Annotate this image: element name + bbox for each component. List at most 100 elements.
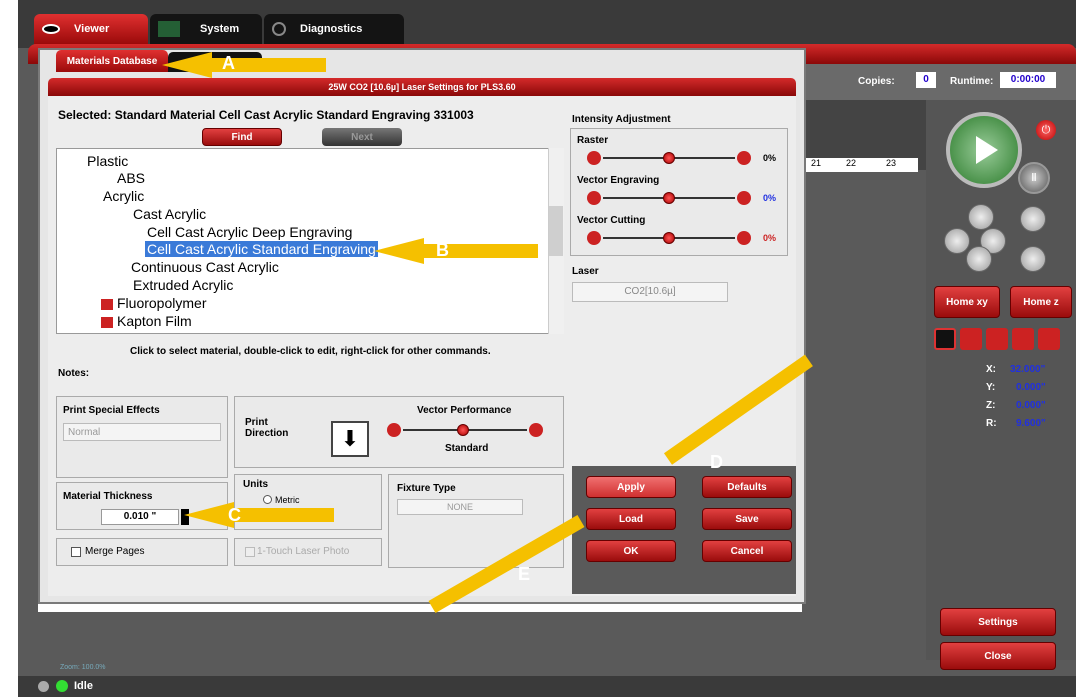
callout-label-a: A	[222, 53, 235, 73]
photo-checkbox[interactable]	[245, 547, 255, 557]
arrow-down-icon[interactable]: ⬇	[331, 421, 369, 457]
selected-material: Selected: Standard Material Cell Cast Ac…	[58, 108, 474, 122]
vcut-knob[interactable]	[663, 232, 675, 244]
raster-pct: 0%	[763, 153, 777, 163]
runtime-label: Runtime:	[950, 76, 994, 87]
move-icon[interactable]	[986, 328, 1008, 350]
defaults-button[interactable]: Defaults	[702, 476, 792, 498]
fixture-label: Fixture Type	[397, 483, 456, 494]
dialog-title: 25W CO2 [10.6µ] Laser Settings for PLS3.…	[48, 78, 796, 96]
close-button[interactable]: Close	[940, 642, 1056, 670]
pse-select[interactable]: Normal	[63, 423, 221, 441]
cancel-button[interactable]: Cancel	[702, 540, 792, 562]
tab-system[interactable]: System	[150, 14, 262, 44]
vcut-plus-icon[interactable]	[737, 231, 751, 245]
vector-slider-knob[interactable]	[457, 424, 469, 436]
tree-item-abs[interactable]: ABS	[117, 170, 145, 186]
callout-label-c: C	[228, 505, 241, 525]
tab-viewer-label: Viewer	[74, 23, 110, 35]
metric-radio[interactable]	[263, 495, 272, 504]
tree-item-standard-engraving[interactable]: Cell Cast Acrylic Standard Engraving	[144, 240, 379, 258]
z-label: Z:	[986, 400, 996, 411]
vengrave-plus-icon[interactable]	[737, 191, 751, 205]
raster-knob[interactable]	[663, 152, 675, 164]
tree-item-kapton[interactable]: Kapton Film	[117, 313, 192, 329]
power-button[interactable]: ⏻	[1036, 120, 1056, 140]
callout-arrowhead-c	[184, 502, 234, 528]
play-icon	[976, 136, 998, 164]
vcut-minus-icon[interactable]	[587, 231, 601, 245]
fixture-select[interactable]: NONE	[397, 499, 523, 515]
intensity-label: Intensity Adjustment	[572, 114, 671, 125]
raster-plus-icon[interactable]	[737, 151, 751, 165]
vector-perf-label: Vector Performance	[417, 405, 512, 416]
jog-up-button[interactable]	[968, 204, 994, 230]
y-label: Y:	[986, 382, 996, 393]
tab-viewer[interactable]: Viewer	[34, 14, 148, 44]
settings-button[interactable]: Settings	[940, 608, 1056, 636]
y-value: 0.000"	[1016, 382, 1046, 393]
next-button[interactable]: Next	[322, 128, 402, 146]
status-bar: Idle	[18, 676, 1076, 697]
raster-minus-icon[interactable]	[587, 151, 601, 165]
vcut-pct: 0%	[763, 233, 777, 243]
copies-label: Copies:	[858, 76, 895, 87]
z-up-button[interactable]	[1020, 206, 1046, 232]
find-button[interactable]: Find	[202, 128, 282, 146]
vector-perf-value: Standard	[445, 443, 489, 454]
tree-scroll-thumb[interactable]	[549, 206, 563, 256]
callout-arrowhead-b	[374, 238, 424, 264]
x-label: X:	[986, 364, 996, 375]
timer-icon[interactable]	[1038, 328, 1060, 350]
tree-item-acrylic[interactable]: Acrylic	[103, 188, 144, 204]
metric-label: Metric	[275, 495, 300, 505]
ruler-tick: 23	[886, 158, 897, 168]
tab-materials-database[interactable]: Materials Database	[56, 50, 168, 72]
print-special-effects-group: Print Special Effects Normal	[56, 396, 228, 478]
tree-item-extruded[interactable]: Extruded Acrylic	[133, 277, 233, 293]
tree-item-fluoropolymer[interactable]: Fluoropolymer	[117, 295, 206, 311]
zoom-icon[interactable]	[934, 328, 956, 350]
r-value: 9.600"	[1016, 418, 1046, 429]
vengrave-knob[interactable]	[663, 192, 675, 204]
status-dot-icon	[38, 681, 49, 692]
home-z-button[interactable]: Home z	[1010, 286, 1072, 318]
tree-item-continuous-cast[interactable]: Continuous Cast Acrylic	[131, 259, 279, 275]
status-text: Idle	[74, 680, 93, 692]
info-strip: Copies: 0 Runtime: 0:00:00	[800, 64, 1076, 100]
layers-icon[interactable]	[960, 328, 982, 350]
callout-arrow-c	[234, 508, 334, 522]
copies-field[interactable]: 0	[916, 72, 936, 88]
laser-select[interactable]: CO2[10.6µ]	[572, 282, 728, 302]
vengrave-minus-icon[interactable]	[587, 191, 601, 205]
load-button[interactable]: Load	[586, 508, 676, 530]
vengrave-pct: 0%	[763, 193, 777, 203]
home-xy-button[interactable]: Home xy	[934, 286, 1000, 318]
play-button[interactable]	[946, 112, 1022, 188]
jog-down-button[interactable]	[966, 246, 992, 272]
tab-diagnostics[interactable]: Diagnostics	[264, 14, 404, 44]
pause-button[interactable]: ‖	[1018, 162, 1050, 194]
ok-button[interactable]: OK	[586, 540, 676, 562]
jog-left-button[interactable]	[944, 228, 970, 254]
tree-item-deep-engraving[interactable]: Cell Cast Acrylic Deep Engraving	[147, 224, 352, 240]
tree-hint: Click to select material, double-click t…	[130, 346, 491, 357]
vector-left-icon[interactable]	[387, 423, 401, 437]
callout-label-d: D	[710, 452, 723, 472]
laser-label: Laser	[572, 266, 599, 277]
thickness-input[interactable]: 0.010 "	[101, 509, 179, 525]
apply-button[interactable]: Apply	[586, 476, 676, 498]
merge-checkbox[interactable]	[71, 547, 81, 557]
ruler-tick: 22	[846, 158, 857, 168]
callout-label-e: E	[518, 564, 531, 584]
tree-item-cast-acrylic[interactable]: Cast Acrylic	[133, 206, 206, 222]
vector-right-icon[interactable]	[529, 423, 543, 437]
vengrave-label: Vector Engraving	[577, 175, 660, 186]
materials-tree[interactable]: Plastic ABS Acrylic Cast Acrylic Cell Ca…	[56, 148, 564, 334]
tree-item-plastic[interactable]: Plastic	[87, 153, 128, 169]
z-down-button[interactable]	[1020, 246, 1046, 272]
callout-arrowhead-a	[162, 52, 212, 78]
save-button[interactable]: Save	[702, 508, 792, 530]
tab-diagnostics-label: Diagnostics	[300, 23, 363, 35]
pattern-icon[interactable]	[1012, 328, 1034, 350]
